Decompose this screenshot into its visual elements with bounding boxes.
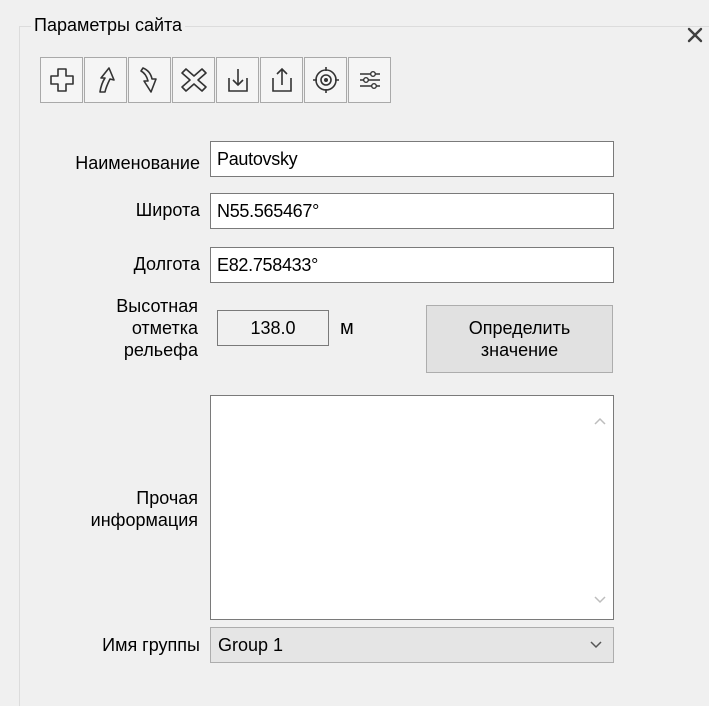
elevation-label-line1: Высотная (116, 296, 198, 316)
delete-icon (180, 68, 207, 92)
export-icon (271, 67, 292, 92)
move-up-icon (98, 67, 115, 93)
elevation-label-line2: отметка (131, 318, 198, 338)
determine-value-button[interactable]: Определить значение (426, 305, 613, 373)
import-button[interactable] (216, 57, 259, 103)
latitude-input[interactable]: N55.565467° (210, 193, 614, 229)
chevron-down-icon (589, 628, 603, 662)
target-button[interactable] (304, 57, 347, 103)
add-button[interactable] (40, 57, 83, 103)
group-name-value: Group 1 (218, 635, 284, 655)
settings-button[interactable] (348, 57, 391, 103)
other-info-label-line1: Прочая (136, 488, 198, 508)
name-label: Наименование (75, 153, 200, 173)
longitude-input[interactable]: E82.758433° (210, 247, 614, 283)
elevation-label-line3: рельефа (123, 340, 198, 360)
close-icon[interactable] (682, 22, 708, 48)
move-up-button[interactable] (84, 57, 127, 103)
other-info-label: Прочая информация (20, 487, 198, 531)
scroll-up-icon[interactable] (589, 410, 611, 432)
elevation-unit: м (340, 317, 354, 339)
export-button[interactable] (260, 57, 303, 103)
determine-button-line1: Определить (468, 318, 571, 338)
determine-button-line2: значение (480, 340, 559, 360)
target-icon (312, 67, 339, 93)
toolbar (40, 57, 391, 104)
move-down-icon (139, 67, 157, 93)
settings-sliders-icon (359, 70, 380, 90)
delete-button[interactable] (172, 57, 215, 103)
move-down-button[interactable] (128, 57, 171, 103)
name-input[interactable]: Pautovsky (210, 141, 614, 177)
elevation-label: Высотная отметка рельефа (20, 295, 198, 361)
group-name-label: Имя группы (102, 635, 200, 655)
longitude-label: Долгота (133, 254, 200, 274)
group-name-select[interactable]: Group 1 (210, 627, 614, 663)
add-icon (49, 68, 74, 92)
scroll-down-icon[interactable] (589, 589, 611, 611)
latitude-label: Широта (135, 200, 200, 220)
other-info-textarea[interactable] (210, 395, 614, 620)
group-title: Параметры сайта (31, 14, 186, 36)
other-info-label-line2: информация (90, 510, 198, 530)
elevation-value: 138.0 (217, 310, 329, 346)
import-icon (227, 69, 248, 92)
